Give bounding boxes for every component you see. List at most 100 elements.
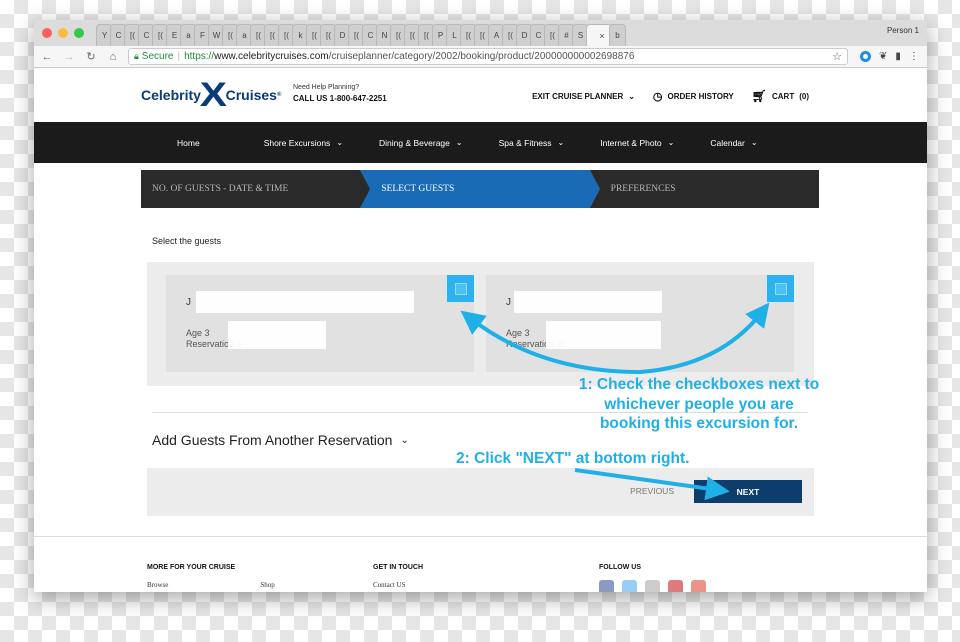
tab-label: [( (466, 31, 471, 40)
nav-item-calendar[interactable]: Calendar ⌄ (710, 138, 757, 148)
nav-item-dining-beverage[interactable]: Dining & Beverage ⌄ (379, 138, 463, 148)
tab-label: [( (424, 31, 429, 40)
guest-name: J (186, 297, 191, 308)
tab-label: [( (508, 31, 513, 40)
nav-item-label: Spa & Fitness (498, 137, 552, 148)
previous-button[interactable]: PREVIOUS (630, 486, 674, 496)
main-nav: Home Shore Excursions ⌄ Dining & Beverage ⌄ S… (34, 122, 927, 163)
tab-label: [( (354, 31, 359, 40)
nav-item-label: Calendar (710, 137, 745, 148)
lock-icon: 🔒︎ (134, 51, 139, 61)
twitter-icon[interactable] (622, 580, 637, 592)
cart-link[interactable]: 🛒︎ CART (0) (752, 89, 809, 103)
youtube-icon[interactable] (645, 580, 660, 592)
tab-label: [( (312, 31, 317, 40)
tab-label: C (535, 31, 542, 40)
next-button[interactable]: NEXT (694, 480, 802, 503)
reload-icon[interactable]: ↻ (84, 50, 98, 63)
tab-label: a (186, 31, 191, 40)
tab-label: [( (396, 31, 401, 40)
footer-link-contact[interactable]: Contact US (373, 581, 423, 589)
chevron-down-icon: ⌄ (667, 138, 675, 147)
close-window-button[interactable] (42, 28, 52, 38)
browser-toolbar: ← → ↻ ⌂ 🔒︎ Secure | https:// www.celebri… (34, 46, 927, 68)
facebook-icon[interactable] (599, 580, 614, 592)
address-bar[interactable]: 🔒︎ Secure | https:// www.celebritycruise… (128, 48, 848, 65)
tab-label: D (521, 31, 528, 40)
guest-list: J Age 3 Reservation 3 J Age 3 Reservatio… (147, 262, 814, 386)
step-1[interactable]: NO. OF GUESTS - DATE & TIME (141, 170, 371, 208)
x-logo-icon: X (199, 76, 227, 114)
tab-label: W (212, 31, 221, 40)
brand-left: Celebrity (141, 87, 201, 103)
tab-label: [( (130, 31, 135, 40)
profile-button[interactable]: Person 1 (887, 26, 919, 35)
maximize-window-button[interactable] (74, 28, 84, 38)
url-path: /cruiseplanner/category/2002/booking/pro… (328, 51, 635, 62)
guest-checkbox[interactable] (767, 275, 794, 302)
url-protocol: https:// (184, 51, 215, 62)
add-guests-label: Add Guests From Another Reservation (152, 432, 393, 448)
nav-item-label: Shore Excursions (263, 137, 331, 148)
help-question: Need Help Planning? (293, 84, 360, 91)
select-guests-label: Select the guests (152, 236, 222, 246)
tab-label: [( (410, 31, 415, 40)
back-icon[interactable]: ← (40, 51, 54, 63)
chevron-down-icon: ⌄ (750, 138, 758, 147)
help-block: Need Help Planning? CALL US 1-800-647-22… (293, 84, 387, 103)
footer-link-shop[interactable]: Shop (260, 581, 274, 589)
tab-label: [( (326, 31, 331, 40)
tab-label: [( (158, 31, 163, 40)
footer-heading: FOLLOW US (599, 564, 641, 571)
booking-steps: NO. OF GUESTS - DATE & TIME SELECT GUESTS… (141, 170, 819, 208)
cart-label: CART (772, 91, 795, 101)
nav-item-label: Home (177, 137, 200, 148)
tab-extra[interactable]: b (609, 24, 626, 46)
tab-label: [( (284, 31, 289, 40)
tab-label: D (339, 31, 346, 40)
order-history-link[interactable]: ◷ ORDER HISTORY (653, 90, 734, 103)
document-icon[interactable]: ▮ (895, 51, 901, 62)
window-controls (42, 28, 84, 38)
tab-label: Y (101, 31, 108, 40)
tab-label: [( (270, 31, 275, 40)
step-3[interactable]: PREFERENCES (589, 170, 819, 208)
nav-item-home[interactable]: Home (177, 138, 200, 148)
add-guests-dropdown[interactable]: Add Guests From Another Reservation ⌄ (152, 432, 409, 448)
menu-dots-icon[interactable]: ⋮ (909, 51, 919, 62)
tab-label: C (143, 31, 150, 40)
footer-link-browse[interactable]: Browse (147, 581, 168, 589)
tab-bar: Y C[(C[(Ea F W[(a[([([(k[([(D[(C N[([([(P L[(… (34, 20, 927, 46)
nav-item-shore-excursions[interactable]: Shore Excursions ⌄ (264, 138, 343, 148)
header-nav: EXIT CRUISE PLANNER ⌄ ◷ ORDER HISTORY 🛒︎ CA… (532, 89, 809, 103)
forward-icon[interactable]: → (62, 51, 76, 63)
close-tab-icon[interactable]: × (599, 31, 604, 41)
separator: | (177, 51, 181, 62)
home-icon[interactable]: ⌂ (106, 51, 120, 63)
nav-item-spa-fitness[interactable]: Spa & Fitness ⌄ (499, 138, 565, 148)
tab-label: [( (228, 31, 233, 40)
tab-label: F (200, 31, 205, 40)
chevron-down-icon: ⌄ (400, 434, 409, 446)
chevron-down-icon: ⌄ (455, 138, 463, 147)
guest-name: J (506, 297, 511, 308)
evernote-icon[interactable]: ❦ (879, 51, 887, 62)
footer-heading: GET IN TOUCH (373, 564, 424, 571)
tab-label: C (115, 31, 122, 40)
site-footer: MORE FOR YOUR CRUISE Browse Shop GET IN … (34, 536, 927, 592)
minimize-window-button[interactable] (58, 28, 68, 38)
call-us-link[interactable]: CALL US 1-800-647-2251 (293, 94, 387, 103)
cart-icon: 🛒︎ (751, 89, 767, 103)
bookmark-star-icon[interactable]: ☆ (832, 50, 842, 63)
celebrity-logo[interactable]: Celebrity X Cruises ® (141, 76, 282, 114)
guest-checkbox[interactable] (447, 275, 474, 302)
exit-cruise-planner-button[interactable]: EXIT CRUISE PLANNER ⌄ (532, 92, 635, 101)
pinterest-icon[interactable] (668, 580, 683, 592)
step-2[interactable]: SELECT GUESTS (360, 170, 600, 208)
google-plus-icon[interactable] (691, 580, 706, 592)
extension-circle-icon[interactable] (860, 51, 871, 62)
tab-label: # (564, 31, 569, 40)
registered-mark: ® (276, 92, 282, 98)
nav-item-internet-photo[interactable]: Internet & Photo ⌄ (600, 138, 674, 148)
history-clock-icon: ◷ (652, 90, 663, 103)
